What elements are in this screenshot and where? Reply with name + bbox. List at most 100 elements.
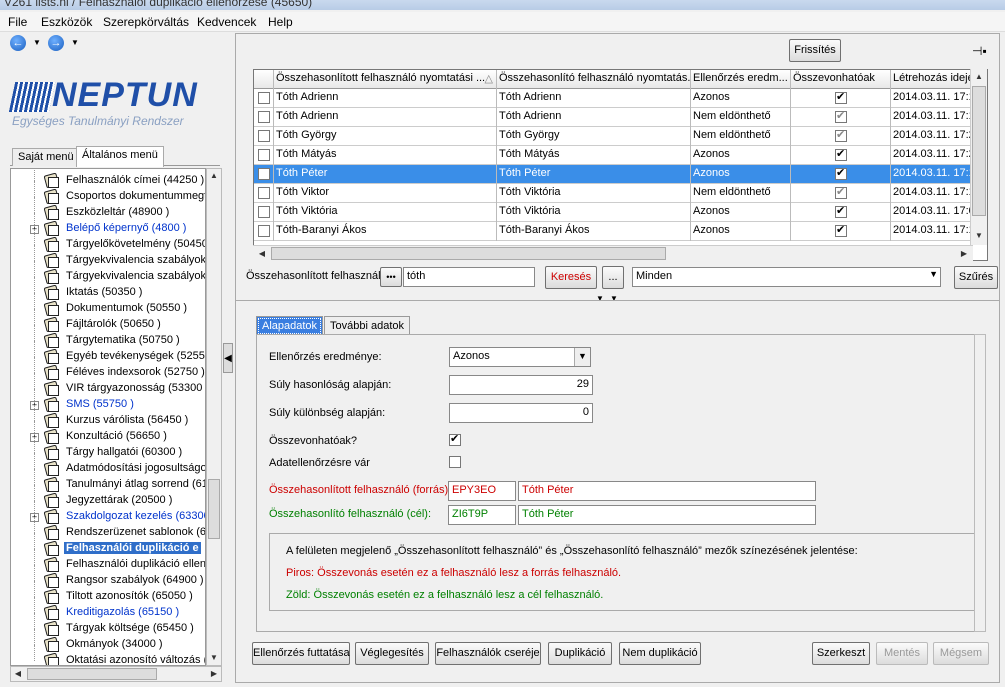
menu-role-switch[interactable]: Szerepkörváltás <box>103 15 189 29</box>
pending-check-checkbox[interactable] <box>449 456 461 468</box>
table-row[interactable]: Tóth-Baranyi Ákos Tóth-Baranyi Ákos Azonos… <box>254 222 987 241</box>
tree-item[interactable]: Tanulmányi átlag sorrend (613 <box>11 469 205 493</box>
tab-own-menu[interactable]: Saját menü <box>12 148 80 166</box>
splitter-down-icon[interactable]: ▼ <box>596 294 604 303</box>
tree-item[interactable]: Féléves indexsorok (52750 ) <box>11 357 205 381</box>
splitter-down-icon-2[interactable]: ▼ <box>610 294 618 303</box>
tree-scroll-thumb[interactable] <box>208 479 220 539</box>
source-name-field[interactable]: Tóth Péter <box>518 481 816 501</box>
tree-horizontal-scrollbar[interactable]: ◀ ▶ <box>10 666 222 682</box>
tab-general-menu[interactable]: Általános menü <box>76 146 164 167</box>
grid-vertical-scrollbar[interactable]: ▲ ▼ <box>970 69 987 245</box>
search-button[interactable]: Keresés <box>545 266 597 289</box>
row-select-checkbox[interactable] <box>258 225 270 237</box>
diff-weight-field[interactable]: 0 <box>449 403 593 423</box>
tab-more-data[interactable]: További adatok <box>324 316 410 336</box>
tree-item[interactable]: Rendszerüzenet sablonok (64 <box>11 517 205 541</box>
tree-item[interactable]: Felhasználói duplikáció ellenő <box>11 549 205 573</box>
filter-text-input[interactable]: tóth <box>403 267 535 287</box>
back-dropdown-icon[interactable]: ▼ <box>33 38 41 47</box>
tree-item[interactable]: + Belépő képernyő (4800 ) <box>11 213 205 237</box>
filter-picker-button[interactable]: ••• <box>380 267 402 287</box>
tree-item[interactable]: Okmányok (34000 ) <box>11 629 205 653</box>
mergeable-checkbox[interactable] <box>449 432 461 446</box>
tree-item[interactable]: Adatmódosítási jogosultságok <box>11 453 205 477</box>
not-duplicate-button[interactable]: Nem duplikáció <box>619 642 701 665</box>
forward-arrow-icon[interactable]: → <box>48 35 64 51</box>
tree-item[interactable]: + Szakdolgozat kezelés (63300 <box>11 501 205 525</box>
table-row[interactable]: Tóth AdriennTóth AdriennAzonos2014.03.11… <box>254 89 987 108</box>
tree-item[interactable]: Tárgyekvivalencia szabályok <box>11 261 205 285</box>
tree-item[interactable]: Kurzus várólista (56450 ) <box>11 405 205 429</box>
tree-item[interactable]: Tárgy hallgatói (60300 ) <box>11 437 205 461</box>
scroll-down-icon[interactable]: ▼ <box>207 651 221 665</box>
more-filter-button[interactable]: ... <box>602 266 624 289</box>
finalize-button[interactable]: Véglegesítés <box>355 642 429 665</box>
forward-dropdown-icon[interactable]: ▼ <box>71 38 79 47</box>
dropdown-arrow-icon[interactable]: ▼ <box>929 269 938 279</box>
result-select[interactable]: Azonos ▼ <box>449 347 591 367</box>
tree-item[interactable]: Rangsor szabályok (64900 ) <box>11 565 205 589</box>
tree-item[interactable]: Csoportos dokumentummegte <box>11 181 205 205</box>
table-row[interactable]: Tóth ViktorTóth ViktóriaNem eldönthető20… <box>254 184 987 203</box>
grid-horizontal-scrollbar[interactable]: ◀ ▶ <box>253 245 973 261</box>
tree-vertical-scrollbar[interactable]: ▲ ▼ <box>206 168 222 666</box>
row-select-checkbox[interactable] <box>258 92 270 104</box>
tree-hscroll-thumb[interactable] <box>27 668 157 680</box>
row-select-checkbox[interactable] <box>258 187 270 199</box>
refresh-button[interactable]: Frissítés <box>789 39 841 62</box>
grid-scroll-thumb[interactable] <box>972 86 986 216</box>
grid-col-result[interactable]: Ellenőrzés eredm... <box>691 70 791 89</box>
tree-item[interactable]: + Konzultáció (56650 ) <box>11 421 205 445</box>
menu-tools[interactable]: Eszközök <box>41 15 92 29</box>
grid-scroll-down-icon[interactable]: ▼ <box>972 229 986 243</box>
tree-item[interactable]: Dokumentumok (50550 ) <box>11 293 205 317</box>
tree-item[interactable]: Fájltárolók (50650 ) <box>11 309 205 333</box>
tree-item[interactable]: Kreditigazolás (65150 ) <box>11 597 205 621</box>
tree-item[interactable]: Eszközleltár (48900 ) <box>11 197 205 221</box>
tree-item[interactable]: Tárgyak költsége (65450 ) <box>11 613 205 637</box>
table-row[interactable]: Tóth GyörgyTóth GyörgyNem eldönthető2014… <box>254 127 987 146</box>
tree-item[interactable]: Tiltott azonosítók (65050 ) <box>11 581 205 605</box>
scroll-up-icon[interactable]: ▲ <box>207 169 221 183</box>
sim-weight-field[interactable]: 29 <box>449 375 593 395</box>
grid-col-comparing[interactable]: Összehasonlító felhasználó nyomtatás... <box>497 70 691 89</box>
table-row[interactable]: Tóth ViktóriaTóth ViktóriaAzonos2014.03.… <box>254 203 987 222</box>
tree-item[interactable]: Tárgyelőkövetelmény (50450 <box>11 229 205 253</box>
grid-scroll-left-icon[interactable]: ◀ <box>255 247 269 261</box>
tree-item[interactable]: + SMS (55750 ) <box>11 389 205 413</box>
tree-item[interactable]: Tárgytematika (50750 ) <box>11 325 205 349</box>
row-select-checkbox[interactable] <box>258 206 270 218</box>
tree-item[interactable]: Tárgyekvivalencia szabályok <box>11 245 205 269</box>
save-button[interactable]: Mentés <box>876 642 928 665</box>
table-row[interactable]: Tóth MátyásTóth MátyásAzonos2014.03.11. … <box>254 146 987 165</box>
filter-apply-button[interactable]: Szűrés <box>954 266 998 289</box>
dropdown-arrow-icon[interactable]: ▼ <box>574 348 590 366</box>
tab-basic-data[interactable]: Alapadatok <box>256 316 324 336</box>
row-select-checkbox[interactable] <box>258 149 270 161</box>
table-row[interactable]: Tóth PéterTóth PéterAzonos2014.03.11. 17… <box>254 165 987 184</box>
duplicate-button[interactable]: Duplikáció <box>548 642 612 665</box>
source-code-field[interactable]: EPY3EO <box>448 481 516 501</box>
scroll-right-icon[interactable]: ▶ <box>207 667 221 681</box>
run-check-button[interactable]: Ellenőrzés futtatása <box>252 642 350 665</box>
grid-scroll-right-icon[interactable]: ▶ <box>957 247 971 261</box>
cancel-button[interactable]: Mégsem <box>933 642 989 665</box>
grid-scroll-up-icon[interactable]: ▲ <box>972 70 986 84</box>
pin-icon[interactable]: ⊣▪ <box>972 44 987 58</box>
tree-item[interactable]: Oktatási azonosító változás ( <box>11 645 205 665</box>
tree-item[interactable]: Egyéb tevékenységek (52550 <box>11 341 205 365</box>
swap-users-button[interactable]: Felhasználók cseréje <box>435 642 541 665</box>
tree-item[interactable]: VIR tárgyazonosság (53300 ) <box>11 373 205 397</box>
menu-help[interactable]: Help <box>268 15 293 29</box>
row-select-checkbox[interactable] <box>258 111 270 123</box>
scroll-left-icon[interactable]: ◀ <box>11 667 25 681</box>
collapse-sidebar-icon[interactable]: ◀ <box>223 343 233 373</box>
row-select-checkbox[interactable] <box>258 130 270 142</box>
tree-item[interactable]: Jegyzettárak (20500 ) <box>11 485 205 509</box>
tree-item[interactable]: Felhasználói duplikáció e <box>11 533 205 557</box>
edit-button[interactable]: Szerkeszt <box>812 642 870 665</box>
filter-select[interactable]: Minden ▼ <box>632 267 941 287</box>
back-arrow-icon[interactable]: ← <box>10 35 26 51</box>
target-name-field[interactable]: Tóth Péter <box>518 505 816 525</box>
